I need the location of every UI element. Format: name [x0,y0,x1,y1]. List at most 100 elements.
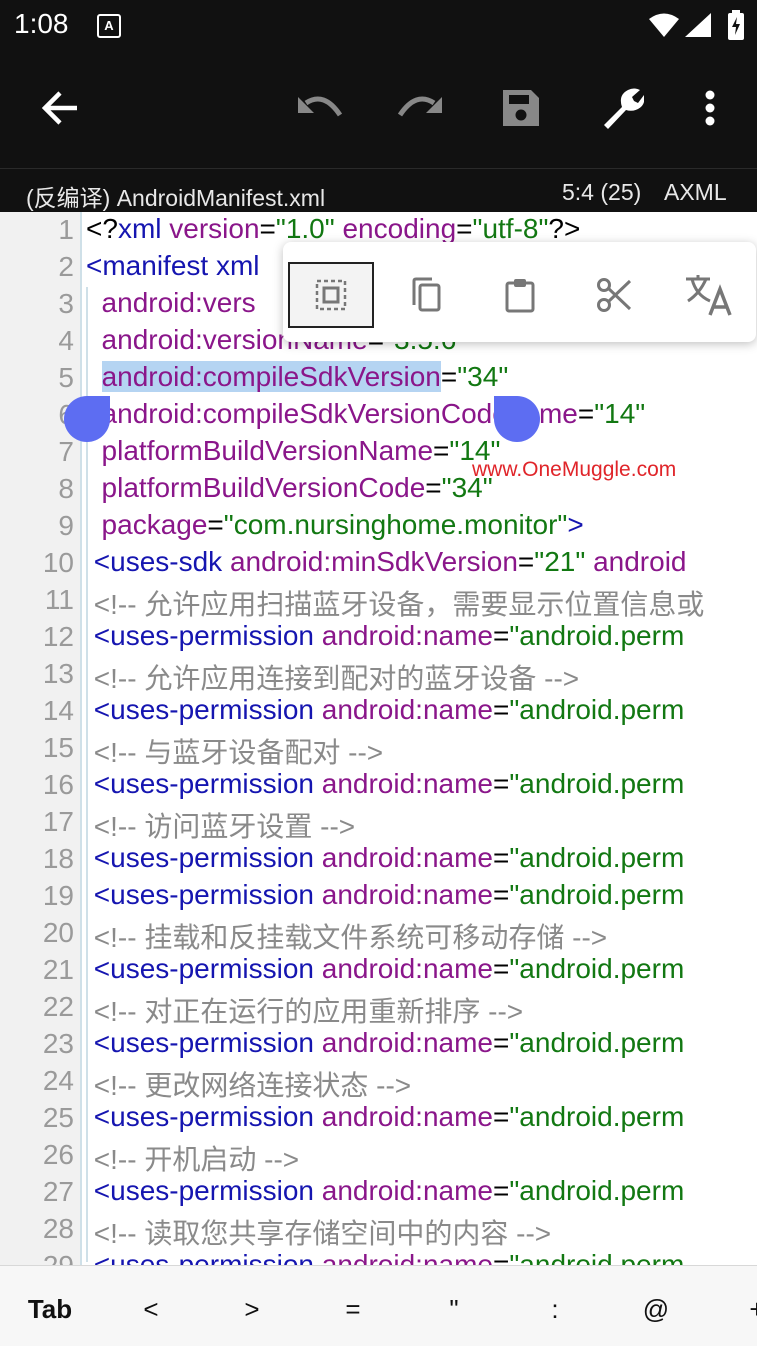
code-token: = [259,213,276,244]
code-line[interactable]: 20 <!-- 挂载和反挂载文件系统可移动存储 --> [0,915,757,953]
code-line[interactable]: 23 <uses-permission android:name="androi… [0,1026,757,1063]
code-token: "android.perm [509,953,685,984]
code-token: = [493,1175,510,1206]
code-token: "android.perm [509,1101,685,1132]
code-token: = [493,1027,510,1058]
back-arrow-icon[interactable] [32,80,88,136]
key-1[interactable]: < [121,1294,181,1325]
more-vert-icon[interactable] [682,80,738,136]
code-line[interactable]: 6 android:compileSdkVersionCodename="14" [0,397,757,434]
key-5[interactable]: : [525,1294,585,1325]
code-token: <!-- 开机启动 --> [86,1144,300,1175]
code-token: <uses-permission [86,1175,322,1206]
code-token: <!-- 对正在运行的应用重新排序 --> [86,996,524,1027]
selection-end-handle[interactable] [494,396,540,442]
code-line[interactable]: 12 <uses-permission android:name="androi… [0,619,757,656]
key-tab[interactable]: Tab [20,1294,80,1325]
code-editor[interactable]: 1 <?xml version="1.0" encoding="utf-8"?> 2… [0,212,757,1265]
save-icon[interactable] [493,80,549,136]
code-line[interactable]: 14 <uses-permission android:name="androi… [0,693,757,730]
code-line[interactable]: 17 <!-- 访问蓝牙设置 --> [0,804,757,842]
code-token: <uses-permission [86,879,322,910]
code-text: <!-- 允许应用扫描蓝牙设备，需要显示位置信息或 [86,583,705,623]
line-number: 2 [58,251,74,282]
copy-icon[interactable] [382,262,470,328]
code-line[interactable]: 9 package="com.nursinghome.monitor"> [0,508,757,545]
undo-icon[interactable] [292,80,348,136]
code-line[interactable]: 28 <!-- 读取您共享存储空间中的内容 --> [0,1211,757,1249]
code-text: <?xml version="1.0" encoding="utf-8"?> [86,213,580,245]
code-line[interactable]: 22 <!-- 对正在运行的应用重新排序 --> [0,989,757,1027]
code-token: <!-- 更改网络连接状态 --> [86,1070,412,1101]
key-3[interactable]: = [323,1294,383,1325]
code-token: <uses-permission [86,620,322,651]
code-line[interactable]: 10 <uses-sdk android:minSdkVersion="21" … [0,545,757,582]
key-4[interactable]: " [424,1294,484,1325]
code-line[interactable]: 19 <uses-permission android:name="androi… [0,878,757,915]
code-token: <uses-sdk [86,546,230,577]
code-line[interactable]: 21 <uses-permission android:name="androi… [0,952,757,989]
cursor-position: 5:4 (25) [562,179,642,205]
line-number: 6 [0,399,74,431]
code-token: android:name [321,879,493,910]
code-token: = [440,361,458,392]
code-line[interactable]: 27 <uses-permission android:name="androi… [0,1174,757,1211]
code-token: "android.perm [509,768,685,799]
code-token: android:name [321,953,493,984]
code-token: android [593,546,687,577]
code-line[interactable]: 11 <!-- 允许应用扫描蓝牙设备，需要显示位置信息或 [0,582,757,620]
line-number: 29 [0,1250,74,1265]
code-token: <uses-permission [86,1101,322,1132]
signal-icon [684,12,712,43]
watermark: www.OneMuggle.com [472,458,677,481]
code-text: <uses-permission android:name="android.p… [86,694,685,726]
key-6[interactable]: @ [626,1294,686,1325]
code-line[interactable]: 15 <!-- 与蓝牙设备配对 --> [0,730,757,768]
code-text: android:compileSdkVersion="34" [86,361,508,393]
code-token: = [456,213,473,244]
code-line[interactable]: 24 <!-- 更改网络连接状态 --> [0,1063,757,1101]
code-line[interactable]: 29 <uses-permission android:name="androi… [0,1248,757,1265]
status-bar: 1:08 A [0,0,757,52]
code-token: encoding [342,213,457,244]
line-number: 5 [58,362,74,393]
selection-start-handle[interactable] [64,396,110,442]
file-info-bar: (反编译) AndroidManifest.xml 5:4 (25) AXML [0,168,757,213]
line-number: 22 [42,991,74,1022]
code-line[interactable]: 25 <uses-permission android:name="androi… [0,1100,757,1137]
select-all-icon[interactable] [288,262,374,328]
code-line[interactable]: 16 <uses-permission android:name="androi… [0,767,757,804]
code-token: = [433,435,450,466]
code-text: <uses-permission android:name="android.p… [86,1249,685,1265]
line-number: 24 [42,1065,74,1096]
key-2[interactable]: > [222,1294,282,1325]
line-number: 4 [58,325,74,356]
code-text: platformBuildVersionName="14" [86,435,501,467]
line-number: 13 [42,658,74,689]
text-selection-menu [283,242,756,342]
line-number: 14 [42,695,74,726]
code-line[interactable]: 13 <!-- 允许应用连接到配对的蓝牙设备 --> [0,656,757,694]
wrench-icon[interactable] [593,80,649,136]
line-number: 9 [58,510,74,541]
key-7[interactable]: + [727,1294,757,1325]
line-number: 26 [42,1139,74,1170]
redo-icon[interactable] [392,80,448,136]
code-line[interactable]: 18 <uses-permission android:name="androi… [0,841,757,878]
line-number: 8 [58,473,74,504]
code-token: <manifest xml [86,250,260,281]
translate-icon[interactable] [664,262,752,328]
code-token: "android.perm [509,879,685,910]
cut-icon[interactable] [570,262,658,328]
code-token: "1.0" [275,213,343,244]
code-token: = [493,768,510,799]
code-line[interactable]: 5 android:compileSdkVersion="34" [0,360,757,397]
paste-icon[interactable] [476,262,564,328]
code-text: <uses-permission android:name="android.p… [86,1101,685,1133]
code-token: <!-- 允许应用连接到配对的蓝牙设备 --> [86,663,580,694]
code-text: <uses-sdk android:minSdkVersion="21" and… [86,546,687,578]
code-line[interactable]: 26 <!-- 开机启动 --> [0,1137,757,1175]
code-token: "android.perm [509,1249,685,1265]
notification-icon: A [97,14,121,38]
code-token: "34" [457,361,509,392]
